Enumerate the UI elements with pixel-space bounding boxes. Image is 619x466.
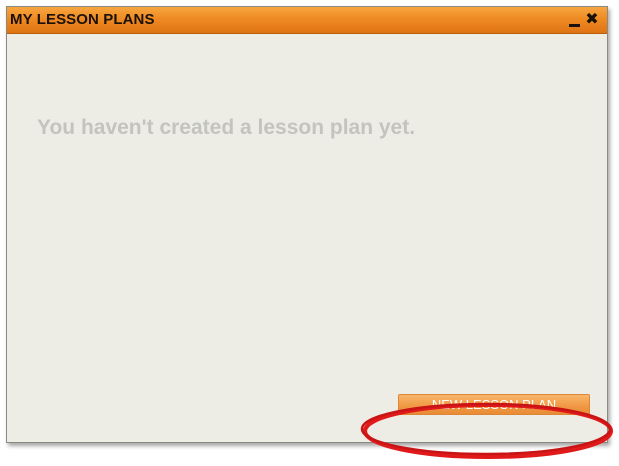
empty-state-message: You haven't created a lesson plan yet.	[37, 116, 416, 139]
new-lesson-plan-button[interactable]: NEW LESSON PLAN	[398, 394, 590, 415]
minimize-icon[interactable]	[568, 14, 582, 28]
window-title: MY LESSON PLANS	[10, 11, 155, 28]
window-titlebar[interactable]: MY LESSON PLANS ✖	[7, 7, 607, 34]
close-icon[interactable]: ✖	[584, 11, 600, 29]
window-content: You haven't created a lesson plan yet.	[7, 34, 607, 442]
lesson-plans-window: MY LESSON PLANS ✖ You haven't created a …	[6, 6, 608, 443]
